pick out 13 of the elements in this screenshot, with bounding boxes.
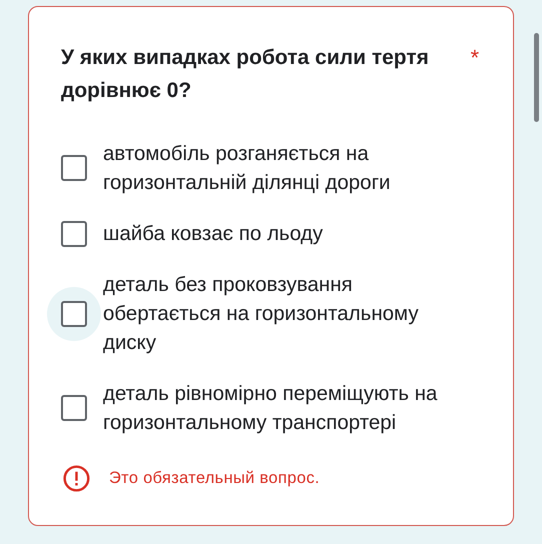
scrollbar[interactable]	[534, 33, 539, 122]
option-label[interactable]: деталь рівномірно переміщують на горизонтальному транспортері	[103, 379, 448, 437]
error-message: Это обязательный вопрос.	[109, 469, 320, 488]
checkbox[interactable]	[61, 300, 87, 326]
checkbox[interactable]	[61, 155, 87, 181]
question-title: У яких випадках робота сили тертя дорівнює 0?	[61, 45, 430, 104]
required-mark: *	[470, 44, 479, 72]
checkbox[interactable]	[61, 395, 87, 421]
option-label[interactable]: автомобіль розганяється на горизонтальній ділянці дороги	[103, 139, 448, 197]
checkbox[interactable]	[61, 220, 87, 246]
option-label[interactable]: шайба ковзає по льоду	[103, 219, 448, 248]
error-icon	[63, 465, 90, 492]
option-label[interactable]: деталь без проковзування обертається на горизонтальному диску	[103, 270, 448, 357]
